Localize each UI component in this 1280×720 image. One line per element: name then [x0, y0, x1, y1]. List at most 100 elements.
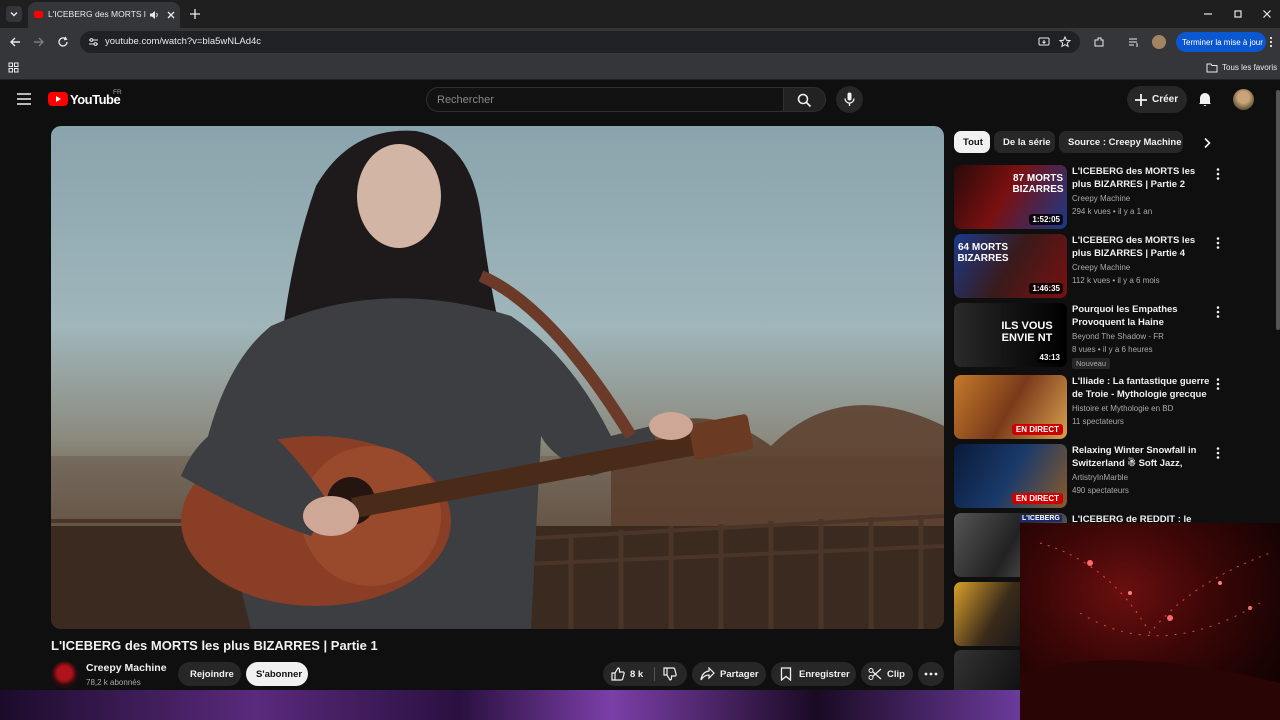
- channel-name[interactable]: Creepy Machine: [86, 662, 167, 674]
- site-info-icon[interactable]: [88, 37, 99, 47]
- chip-from-series[interactable]: De la série: [994, 131, 1055, 153]
- recommendation-thumbnail[interactable]: 87 MORTS BIZARRES 1:52:05: [954, 165, 1067, 229]
- search-icon: [797, 93, 812, 108]
- recommendation-title[interactable]: Relaxing Winter Snowfall in Switzerland …: [1072, 444, 1210, 470]
- video-title: L'ICEBERG des MORTS les plus BIZARRES | …: [51, 638, 378, 653]
- dislike-button[interactable]: [655, 662, 687, 686]
- recommendation-item[interactable]: 64 MORTS BIZARRES 1:46:35 L'ICEBERG des …: [954, 234, 1224, 300]
- browser-tab-active[interactable]: L'ICEBERG des MORTS les p: [28, 2, 180, 28]
- youtube-logo-icon[interactable]: [48, 92, 68, 106]
- subscribe-label: S'abonner: [256, 669, 303, 680]
- recommendation-thumbnail[interactable]: EN DIRECT: [954, 444, 1067, 508]
- more-actions-button[interactable]: [918, 662, 944, 686]
- recommendation-title[interactable]: Pourquoi les Empathes Provoquent la Hain…: [1072, 303, 1210, 329]
- bookmarks-bar: Tous les favoris: [0, 56, 1280, 80]
- address-bar[interactable]: youtube.com/watch?v=bla5wNLAd4c: [80, 31, 1080, 53]
- clip-button[interactable]: Clip: [861, 662, 913, 686]
- recommendation-item[interactable]: ILS VOUS ENVIE NT 43:13 Pourquoi les Emp…: [954, 303, 1224, 373]
- tab-search-button[interactable]: [6, 6, 22, 22]
- more-horizontal-icon: [924, 672, 938, 676]
- recommendation-thumbnail[interactable]: ILS VOUS ENVIE NT 43:13: [954, 303, 1067, 367]
- subscribe-button[interactable]: S'abonner: [246, 662, 308, 686]
- notifications-bell-icon[interactable]: [1198, 91, 1212, 107]
- recommendation-item[interactable]: EN DIRECT Relaxing Winter Snowfall in Sw…: [954, 444, 1224, 510]
- thumbnail-text: ILS VOUS ENVIE NT: [1001, 320, 1053, 344]
- recommendation-channel[interactable]: ArtistryInMarble: [1072, 473, 1128, 482]
- channel-avatar[interactable]: [51, 661, 78, 688]
- chevron-right-icon[interactable]: [1202, 137, 1212, 149]
- save-bookmark-icon: [780, 667, 792, 681]
- install-app-icon[interactable]: [1038, 36, 1050, 48]
- recommendation-channel[interactable]: Creepy Machine: [1072, 263, 1130, 272]
- recommendation-channel[interactable]: Creepy Machine: [1072, 194, 1130, 203]
- profile-avatar[interactable]: [1152, 35, 1166, 49]
- browser-menu-icon[interactable]: [1268, 36, 1274, 48]
- recommendation-item[interactable]: 87 MORTS BIZARRES 1:52:05 L'ICEBERG des …: [954, 165, 1224, 231]
- save-label: Enregistrer: [799, 669, 850, 680]
- folder-icon: [1206, 63, 1218, 73]
- recommendation-title[interactable]: L'ICEBERG des MORTS les plus BIZARRES | …: [1072, 234, 1210, 260]
- tab-title: L'ICEBERG des MORTS les p: [48, 9, 146, 19]
- recommendation-title[interactable]: L'ICEBERG des MORTS les plus BIZARRES | …: [1072, 165, 1210, 191]
- thumbnail-text: 64 MORTS BIZARRES: [957, 242, 1009, 264]
- plus-icon: [1135, 94, 1147, 106]
- hamburger-menu-icon[interactable]: [17, 93, 31, 105]
- search-button[interactable]: [784, 87, 826, 112]
- clip-label: Clip: [887, 669, 905, 680]
- chip-all-label: Tout: [963, 137, 983, 148]
- recommendation-thumbnail[interactable]: 64 MORTS BIZARRES 1:46:35: [954, 234, 1067, 298]
- speaker-icon[interactable]: [149, 10, 160, 20]
- voice-search-button[interactable]: [836, 86, 863, 113]
- join-button[interactable]: Rejoindre: [178, 662, 241, 686]
- kebab-menu-icon[interactable]: [1212, 377, 1224, 391]
- recommendation-meta: 8 vues • il y a 6 heures: [1072, 345, 1153, 354]
- save-button[interactable]: Enregistrer: [771, 662, 856, 686]
- new-badge: Nouveau: [1072, 358, 1111, 369]
- bookmark-star-icon[interactable]: [1059, 36, 1071, 48]
- browser-toolbar: youtube.com/watch?v=bla5wNLAd4c Terminer…: [0, 28, 1280, 56]
- thumbnail-text: L'ICEBERG: [1020, 515, 1062, 522]
- page-scrollbar[interactable]: [1276, 90, 1280, 330]
- video-player[interactable]: [51, 126, 944, 629]
- recommendation-title[interactable]: L'Iliade : La fantastique guerre de Troi…: [1072, 375, 1210, 401]
- recommendation-meta: 112 k vues • il y a 6 mois: [1072, 276, 1160, 285]
- new-tab-icon[interactable]: [189, 8, 201, 20]
- extensions-icon[interactable]: [1093, 36, 1105, 48]
- all-bookmarks-link[interactable]: Tous les favoris: [1222, 63, 1277, 72]
- join-label: Rejoindre: [190, 669, 234, 680]
- search-input[interactable]: [426, 87, 784, 112]
- logo-region-label: FR: [113, 89, 122, 96]
- window-close-icon[interactable]: [1262, 9, 1272, 19]
- reload-icon[interactable]: [57, 36, 69, 48]
- chip-from-series-label: De la série: [1003, 137, 1051, 148]
- recommendation-channel[interactable]: Beyond The Shadow - FR: [1072, 332, 1164, 341]
- media-controls-icon[interactable]: [1128, 36, 1140, 48]
- forward-arrow-icon[interactable]: [33, 36, 45, 48]
- recommendation-thumbnail[interactable]: [954, 650, 1020, 690]
- account-avatar[interactable]: [1233, 89, 1254, 110]
- recommendation-meta: 11 spectateurs: [1072, 417, 1124, 426]
- finish-update-button[interactable]: Terminer la mise à jour: [1176, 32, 1266, 52]
- microphone-icon: [844, 92, 855, 106]
- recommendation-thumbnail[interactable]: [954, 582, 1020, 646]
- chip-all[interactable]: Tout: [954, 131, 990, 153]
- kebab-menu-icon[interactable]: [1212, 167, 1224, 181]
- live-badge: EN DIRECT: [1011, 424, 1063, 435]
- minimize-icon[interactable]: [1203, 9, 1213, 19]
- kebab-menu-icon[interactable]: [1212, 236, 1224, 250]
- back-arrow-icon[interactable]: [9, 36, 21, 48]
- apps-grid-icon[interactable]: [8, 62, 19, 73]
- chip-source-channel[interactable]: Source : Creepy Machine: [1059, 131, 1183, 153]
- recommendation-channel[interactable]: Histoire et Mythologie en BD: [1072, 404, 1173, 413]
- tab-close-icon[interactable]: [166, 10, 176, 20]
- kebab-menu-icon[interactable]: [1212, 446, 1224, 460]
- kebab-menu-icon[interactable]: [1212, 305, 1224, 319]
- recommendation-thumbnail[interactable]: EN DIRECT: [954, 375, 1067, 439]
- video-frame-image: [51, 130, 944, 629]
- restore-icon[interactable]: [1233, 9, 1243, 19]
- create-button[interactable]: Créer: [1127, 86, 1187, 113]
- like-button[interactable]: 8 k: [603, 662, 653, 686]
- webcam-overlay: [1020, 523, 1280, 720]
- recommendation-item[interactable]: EN DIRECT L'Iliade : La fantastique guer…: [954, 375, 1224, 441]
- share-button[interactable]: Partager: [692, 662, 766, 686]
